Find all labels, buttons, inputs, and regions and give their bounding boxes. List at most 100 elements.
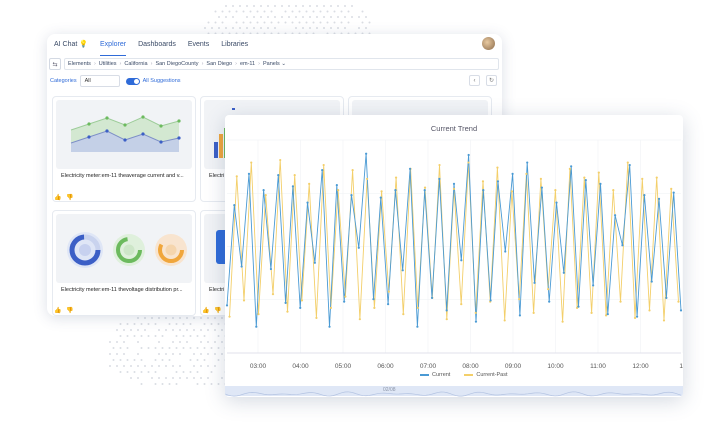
data-point	[651, 280, 653, 282]
data-point	[511, 190, 513, 192]
chart-legend: Current Current-Past	[420, 372, 522, 378]
thumbs-down-icon[interactable]: 👎	[66, 194, 73, 201]
tab-dashboards[interactable]: Dashboards	[138, 34, 176, 56]
suggestion-card[interactable]: Electricity meter:em-11 thevoltage distr…	[52, 210, 196, 316]
x-tick-label: 05:00	[335, 363, 352, 370]
thumbs-up-icon[interactable]: 👍	[54, 307, 61, 314]
data-point	[330, 307, 332, 309]
data-point	[233, 204, 235, 206]
data-point	[526, 161, 528, 163]
data-point	[255, 326, 257, 328]
thumbs-up-icon[interactable]: 👍	[54, 194, 61, 201]
x-tick-label: 13	[679, 363, 683, 370]
data-point	[475, 312, 477, 314]
legend-swatch	[420, 374, 429, 376]
data-point	[265, 194, 267, 196]
data-point	[336, 184, 338, 186]
data-point	[424, 189, 426, 191]
data-point	[352, 169, 354, 171]
legend-item-current-past[interactable]: Current-Past	[464, 372, 507, 378]
data-point	[424, 187, 426, 189]
data-point	[257, 313, 259, 315]
breadcrumb-item[interactable]: San DiegoCounty	[155, 61, 198, 67]
data-point	[272, 293, 274, 295]
data-point	[453, 188, 455, 190]
card-thumbnail	[56, 214, 192, 283]
data-point	[337, 189, 339, 191]
tab-explorer[interactable]: Explorer	[100, 34, 126, 56]
data-point	[583, 176, 585, 178]
data-point	[621, 244, 623, 246]
data-point	[511, 173, 513, 175]
data-point	[554, 189, 556, 191]
data-point	[344, 296, 346, 298]
suggestions-toggle[interactable]	[126, 78, 140, 85]
sidebar-toggle-icon[interactable]: ⇆	[49, 58, 61, 70]
refresh-icon[interactable]: ↻	[486, 75, 497, 86]
data-point	[555, 202, 557, 204]
data-point	[607, 313, 609, 315]
breadcrumb-item[interactable]: California	[124, 61, 147, 67]
x-tick-label: 11:00	[590, 363, 606, 370]
data-point	[665, 297, 667, 299]
categories-select[interactable]: All	[80, 75, 120, 87]
area-chart-thumbnail	[56, 100, 192, 169]
legend-swatch	[464, 374, 473, 376]
avatar[interactable]	[482, 37, 495, 50]
data-point	[570, 165, 572, 167]
data-point	[612, 189, 614, 191]
data-point	[569, 168, 571, 170]
data-point	[619, 301, 621, 303]
data-point	[380, 190, 382, 192]
prev-icon[interactable]: ‹	[469, 75, 480, 86]
data-point	[590, 312, 592, 314]
data-point	[236, 175, 238, 177]
data-point	[301, 299, 303, 301]
breadcrumb-bar: ⇆ Elements › Utilities › California › San D…	[49, 58, 499, 70]
legend-label: Current-Past	[476, 372, 507, 378]
data-point	[636, 316, 638, 318]
thumbs-down-icon[interactable]: 👎	[66, 307, 73, 314]
tab-libraries[interactable]: Libraries	[221, 34, 248, 56]
tab-events[interactable]: Events	[188, 34, 209, 56]
data-point	[438, 164, 440, 166]
x-tick-label: 10:00	[547, 363, 564, 370]
data-point	[673, 192, 675, 194]
data-point	[328, 326, 330, 328]
thumbs-up-icon[interactable]: 👍	[202, 307, 209, 314]
data-point	[525, 173, 527, 175]
data-point	[431, 297, 433, 299]
data-point	[284, 302, 286, 304]
breadcrumb-item[interactable]: Elements	[68, 61, 91, 67]
thumbs-down-icon[interactable]: 👎	[214, 307, 221, 314]
card-title: Electricity meter:em-11 thevoltage distr…	[61, 287, 191, 293]
data-point	[496, 166, 498, 168]
data-point	[323, 164, 325, 166]
data-point	[417, 307, 419, 309]
data-point	[598, 171, 600, 173]
suggestion-card[interactable]: Electricity meter:em-11 theaverage curre…	[52, 96, 196, 202]
data-point	[402, 313, 404, 315]
data-point	[547, 288, 549, 290]
data-point	[250, 161, 252, 163]
breadcrumb-item[interactable]: em-11	[240, 61, 255, 67]
data-point	[350, 194, 352, 196]
data-point	[373, 307, 375, 309]
card-title: Electricity meter:em-11 theaverage curre…	[61, 173, 191, 179]
data-point	[243, 299, 245, 301]
breadcrumb-item[interactable]: Panels ⌄	[263, 61, 286, 67]
data-point	[460, 303, 462, 305]
tab-ai-chat[interactable]: AI Chat 💡	[54, 34, 88, 56]
data-point	[228, 316, 230, 318]
data-point	[641, 178, 643, 180]
data-point	[314, 262, 316, 264]
x-tick-label: 08:00	[462, 363, 479, 370]
data-point	[670, 188, 672, 190]
breadcrumb-item[interactable]: San Diego	[206, 61, 232, 67]
zoom-slider[interactable]: 02/08	[225, 386, 683, 396]
data-point	[366, 178, 368, 180]
breadcrumb-item[interactable]: Utilities	[99, 61, 117, 67]
data-point	[277, 174, 279, 176]
data-point	[614, 214, 616, 216]
legend-item-current[interactable]: Current	[420, 372, 450, 378]
